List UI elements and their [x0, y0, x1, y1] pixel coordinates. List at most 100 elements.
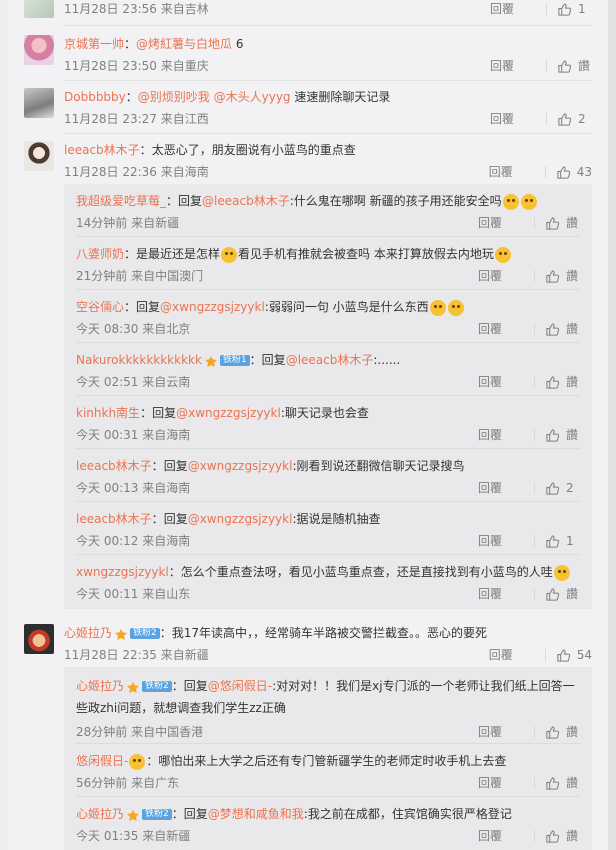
- emoji-icon: [520, 193, 537, 210]
- reply-username[interactable]: leeacb林木子: [76, 459, 152, 473]
- reply-username[interactable]: 心姬拉乃: [76, 679, 124, 693]
- emoji-icon: [447, 299, 464, 316]
- reply-text: 哪怕出来上大学之后还有专门管新疆学生的老师定时收手机上去查: [158, 754, 507, 768]
- reply-button[interactable]: 回覆: [478, 479, 524, 497]
- reply-button[interactable]: 回覆: [478, 585, 524, 603]
- like-button[interactable]: 讚: [545, 320, 580, 338]
- reply-item: 心姬拉乃 铁粉2 ：回复@梦想和咸鱼和我:我之前在成都，住宾馆确实很严格登记 今天 …: [76, 807, 580, 845]
- like-button[interactable]: 讚: [545, 373, 580, 391]
- reply-username[interactable]: leeacb林木子: [76, 512, 152, 526]
- reply-button[interactable]: 回覆: [489, 646, 535, 664]
- like-button[interactable]: 讚: [557, 57, 592, 75]
- avatar[interactable]: [24, 35, 54, 65]
- like-button[interactable]: 讚: [545, 214, 580, 232]
- thumb-up-icon: [546, 428, 560, 442]
- avatar[interactable]: [24, 141, 54, 171]
- like-button[interactable]: 1: [545, 532, 580, 550]
- like-button[interactable]: 讚: [545, 426, 580, 444]
- like-count: 54: [576, 648, 592, 662]
- like-button[interactable]: 2: [557, 110, 592, 128]
- reply-button[interactable]: 回覆: [478, 532, 524, 550]
- reply-username[interactable]: 空谷倆心: [76, 300, 124, 314]
- reply-item: Nakurokkkkkkkkkkkk 铁粉1 ：回复@leeacb林木子:.....…: [76, 343, 580, 396]
- reply-username[interactable]: 我超级爱吃草莓_: [76, 194, 166, 208]
- scrollbar[interactable]: [608, 0, 616, 850]
- like-count: 讚: [566, 216, 579, 230]
- reply-item: leeacb林木子：回复@xwngzzgsjzyykl:刚看到说还翻微信聊天记录…: [76, 449, 580, 502]
- like-button[interactable]: 讚: [545, 585, 580, 603]
- comment-item: Dobbbbby：@别烦别吵我 @木头人yyyg 速速删除聊天记录 11月28日…: [24, 88, 592, 128]
- fan-badge: 铁粉2: [142, 809, 172, 820]
- reply-button[interactable]: 回覆: [478, 267, 524, 285]
- comment-username[interactable]: 心姬拉乃: [64, 626, 112, 640]
- reply-mention[interactable]: @悠闲假日-: [208, 679, 272, 693]
- reply-username[interactable]: 心姬拉乃: [76, 807, 124, 821]
- reply-mention[interactable]: @xwngzzgsjzyykl: [176, 406, 281, 420]
- comment-mention[interactable]: @烤紅薯与白地瓜: [136, 37, 232, 51]
- reply-button[interactable]: 回覆: [478, 827, 524, 845]
- avatar[interactable]: [24, 624, 54, 654]
- comment-panel: 11月28日 23:56 来自吉林 回覆 1 京城第一帅：@烤紅薯与白地瓜 6 …: [8, 0, 608, 850]
- like-button[interactable]: 讚: [545, 774, 580, 792]
- reply-mention[interactable]: @xwngzzgsjzyykl: [188, 459, 293, 473]
- reply-time: 今天 02:51 来自云南: [76, 375, 191, 389]
- like-button[interactable]: 讚: [545, 827, 580, 845]
- reply-username[interactable]: 悠闲假日-: [76, 754, 128, 768]
- reply-mention[interactable]: @xwngzzgsjzyykl: [188, 512, 293, 526]
- reply-mention[interactable]: @leeacb林木子: [286, 353, 374, 367]
- comment-mention[interactable]: @别烦别吵我 @木头人yyyg: [138, 90, 291, 104]
- comment-item: 京城第一帅：@烤紅薯与白地瓜 6 11月28日 23:50 来自重庆 回覆 讚: [24, 35, 592, 75]
- reply-button[interactable]: 回覆: [478, 320, 524, 338]
- avatar[interactable]: [24, 88, 54, 118]
- like-button[interactable]: 讚: [545, 723, 580, 741]
- reply-item: 心姬拉乃 铁粉2 ：回复@悠闲假日-:对对对！！我们是xj专门派的一个老师让我们纸上…: [76, 667, 580, 744]
- avatar[interactable]: [24, 0, 54, 18]
- reply-username[interactable]: Nakurokkkkkkkkkkkk: [76, 353, 202, 367]
- emoji-icon: [494, 246, 511, 263]
- reply-mention[interactable]: @xwngzzgsjzyykl: [160, 300, 265, 314]
- thumb-up-icon: [546, 216, 560, 230]
- fan-badge-icon: [127, 809, 140, 821]
- thumb-up-icon: [546, 269, 560, 283]
- emoji-icon: [429, 299, 446, 316]
- reply-username[interactable]: kinhkh南生: [76, 406, 140, 420]
- reply-button[interactable]: 回覆: [478, 214, 524, 232]
- fan-badge: 铁粉2: [142, 681, 172, 692]
- like-button[interactable]: 43: [556, 163, 592, 181]
- reply-button[interactable]: 回覆: [478, 373, 524, 391]
- comment-time: 11月28日 22:35 来自新疆: [64, 648, 209, 662]
- reply-button[interactable]: 回覆: [478, 723, 524, 741]
- reply-time: 21分钟前 来自中国澳门: [76, 269, 204, 283]
- comment-text: 我17年读高中，，经常骑车半路被交警拦截查。。恶心的要死: [171, 626, 488, 640]
- reply-button[interactable]: 回覆: [478, 774, 524, 792]
- comment-item: 11月28日 23:56 来自吉林 回覆 1: [24, 0, 592, 18]
- reply-text: :刚看到说还翻微信聊天记录搜鸟: [292, 459, 465, 473]
- reply-button[interactable]: 回覆: [490, 110, 536, 128]
- like-button[interactable]: 2: [545, 479, 580, 497]
- reply-button[interactable]: 回覆: [478, 426, 524, 444]
- like-button[interactable]: 1: [557, 0, 592, 18]
- reply-text: 怎么个重点查法呀，看见小蓝鸟重点查，还是直接找到有小蓝鸟的人哇: [180, 565, 553, 579]
- reply-item: 我超级爱吃草莓_：回复@leeacb林木子:什么鬼在哪啊 新疆的孩子用还能安全吗…: [76, 184, 580, 237]
- reply-button[interactable]: 回覆: [490, 0, 536, 18]
- like-count: 2: [566, 481, 574, 495]
- thumb-up-icon: [546, 725, 560, 739]
- reply-mention[interactable]: @梦想和咸鱼和我: [208, 807, 304, 821]
- comment-username[interactable]: leeacb林木子: [64, 143, 140, 157]
- like-button[interactable]: 54: [556, 646, 592, 664]
- reply-text: :......: [373, 353, 401, 367]
- comment-username[interactable]: Dobbbbby: [64, 90, 126, 104]
- reply-button[interactable]: 回覆: [490, 57, 536, 75]
- like-count: 1: [578, 2, 586, 16]
- reply-mention[interactable]: @leeacb林木子: [202, 194, 290, 208]
- like-count: 讚: [566, 829, 579, 843]
- reply-username[interactable]: 八婆师奶: [76, 247, 124, 261]
- reply-username[interactable]: xwngzzgsjzyykl: [76, 565, 169, 579]
- like-button[interactable]: 讚: [545, 267, 580, 285]
- emoji-icon: [502, 193, 519, 210]
- comment-time: 11月28日 22:36 来自海南: [64, 165, 209, 179]
- comment-username[interactable]: 京城第一帅: [64, 37, 124, 51]
- reply-button[interactable]: 回覆: [489, 163, 535, 181]
- thumb-up-icon: [546, 534, 560, 548]
- reply-item: xwngzzgsjzyykl：怎么个重点查法呀，看见小蓝鸟重点查，还是直接找到有…: [76, 564, 580, 603]
